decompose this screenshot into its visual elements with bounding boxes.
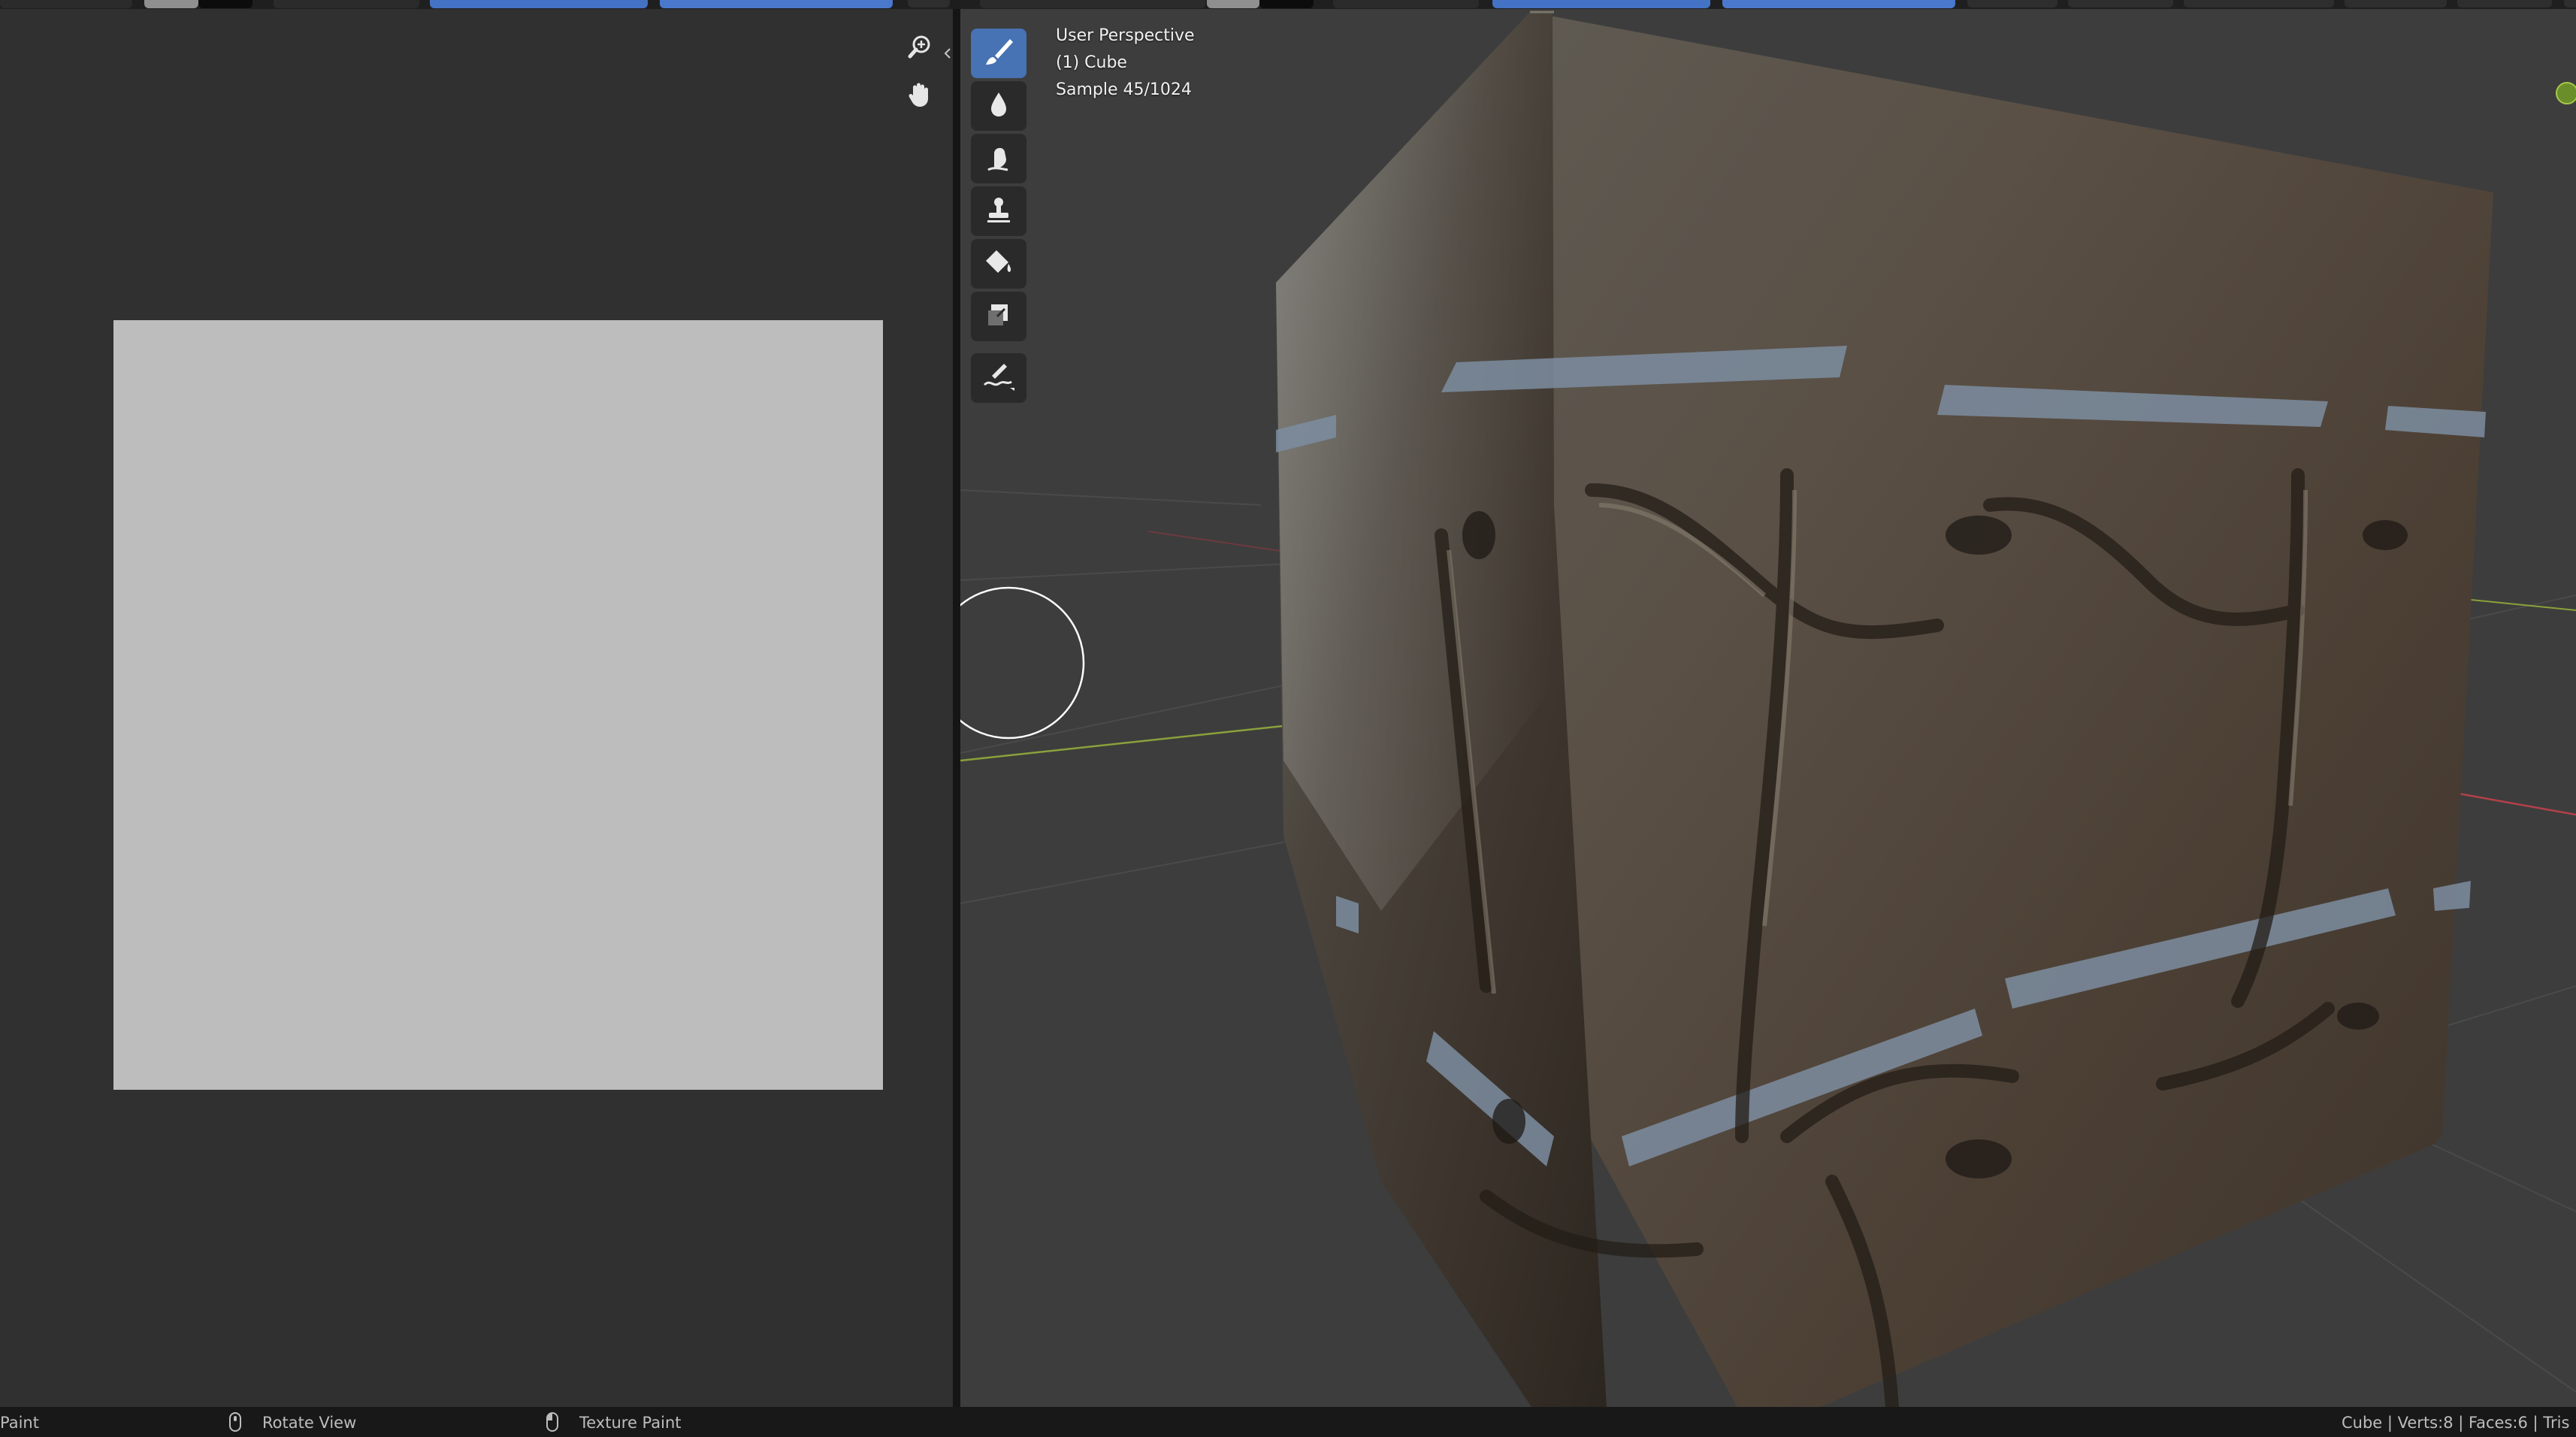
primary-color-swatch[interactable] bbox=[1207, 0, 1259, 8]
mask-icon bbox=[984, 300, 1014, 333]
cursor-menu[interactable] bbox=[2564, 0, 2576, 8]
hand-pan-icon[interactable] bbox=[903, 78, 936, 111]
mouse-middle-icon bbox=[228, 1411, 242, 1432]
secondary-color-swatch[interactable] bbox=[1259, 0, 1314, 8]
status-rotate-hint: Rotate View bbox=[262, 1414, 357, 1432]
blend-mode-dropdown[interactable] bbox=[274, 0, 419, 8]
radius-slider[interactable] bbox=[430, 0, 648, 8]
tool-annotate[interactable] bbox=[971, 353, 1026, 403]
header-button[interactable] bbox=[908, 0, 950, 8]
tool-draw[interactable] bbox=[971, 29, 1026, 78]
stamp-icon bbox=[984, 195, 1014, 228]
tool-mask[interactable] bbox=[971, 292, 1026, 341]
drop-icon bbox=[985, 89, 1012, 123]
header-field[interactable] bbox=[0, 0, 132, 8]
header-field[interactable] bbox=[980, 0, 1205, 8]
navigation-gizmo[interactable] bbox=[2556, 82, 2576, 104]
annotate-pen-icon bbox=[981, 361, 1016, 395]
finger-icon bbox=[984, 141, 1014, 176]
tool-shelf bbox=[971, 29, 1029, 406]
bucket-icon bbox=[983, 247, 1014, 280]
render-sample-label: Sample 45/1024 bbox=[1056, 80, 1192, 99]
tool-soften[interactable] bbox=[971, 81, 1026, 131]
primary-color-swatch[interactable] bbox=[144, 0, 198, 8]
uv-texture-canvas[interactable] bbox=[113, 320, 883, 1090]
falloff-menu[interactable] bbox=[2457, 0, 2552, 8]
status-paint-hint: Texture Paint bbox=[579, 1414, 682, 1432]
image-editor-header bbox=[0, 0, 950, 9]
cube-mesh[interactable] bbox=[1276, 11, 2493, 1407]
active-object-label: (1) Cube bbox=[1056, 53, 1127, 72]
area-splitter[interactable] bbox=[953, 9, 960, 1407]
stroke-menu[interactable] bbox=[2345, 0, 2447, 8]
texture-mask-menu[interactable] bbox=[2184, 0, 2334, 8]
image-editor[interactable] bbox=[0, 9, 953, 1407]
strength-slider[interactable] bbox=[1722, 0, 1955, 8]
secondary-color-swatch[interactable] bbox=[198, 0, 252, 8]
scene-statistics: Cube | Verts:8 | Faces:6 | Tris bbox=[2342, 1414, 2570, 1432]
tool-smear[interactable] bbox=[971, 134, 1026, 183]
zoom-icon[interactable] bbox=[903, 30, 936, 63]
mouse-left-icon bbox=[546, 1411, 559, 1432]
collapse-arrow-icon[interactable] bbox=[942, 45, 953, 62]
status-bar: Paint Rotate View Texture Paint Cube | V… bbox=[0, 1407, 2576, 1437]
blend-mode-dropdown[interactable] bbox=[1333, 0, 1479, 8]
brush-menu[interactable] bbox=[1967, 0, 2057, 8]
view-name-label: User Perspective bbox=[1056, 26, 1195, 45]
brush-icon bbox=[983, 36, 1014, 71]
tool-fill[interactable] bbox=[971, 239, 1026, 289]
viewport-scene bbox=[960, 11, 2576, 1407]
tool-clone[interactable] bbox=[971, 186, 1026, 236]
status-mode: Paint bbox=[0, 1414, 39, 1432]
radius-slider[interactable] bbox=[1492, 0, 1710, 8]
3d-viewport[interactable]: User Perspective (1) Cube Sample 45/1024 bbox=[960, 9, 2576, 1407]
strength-slider[interactable] bbox=[660, 0, 893, 8]
texture-menu[interactable] bbox=[2068, 0, 2173, 8]
viewport-header bbox=[960, 0, 2576, 9]
brush-cursor-circle bbox=[960, 586, 1085, 740]
